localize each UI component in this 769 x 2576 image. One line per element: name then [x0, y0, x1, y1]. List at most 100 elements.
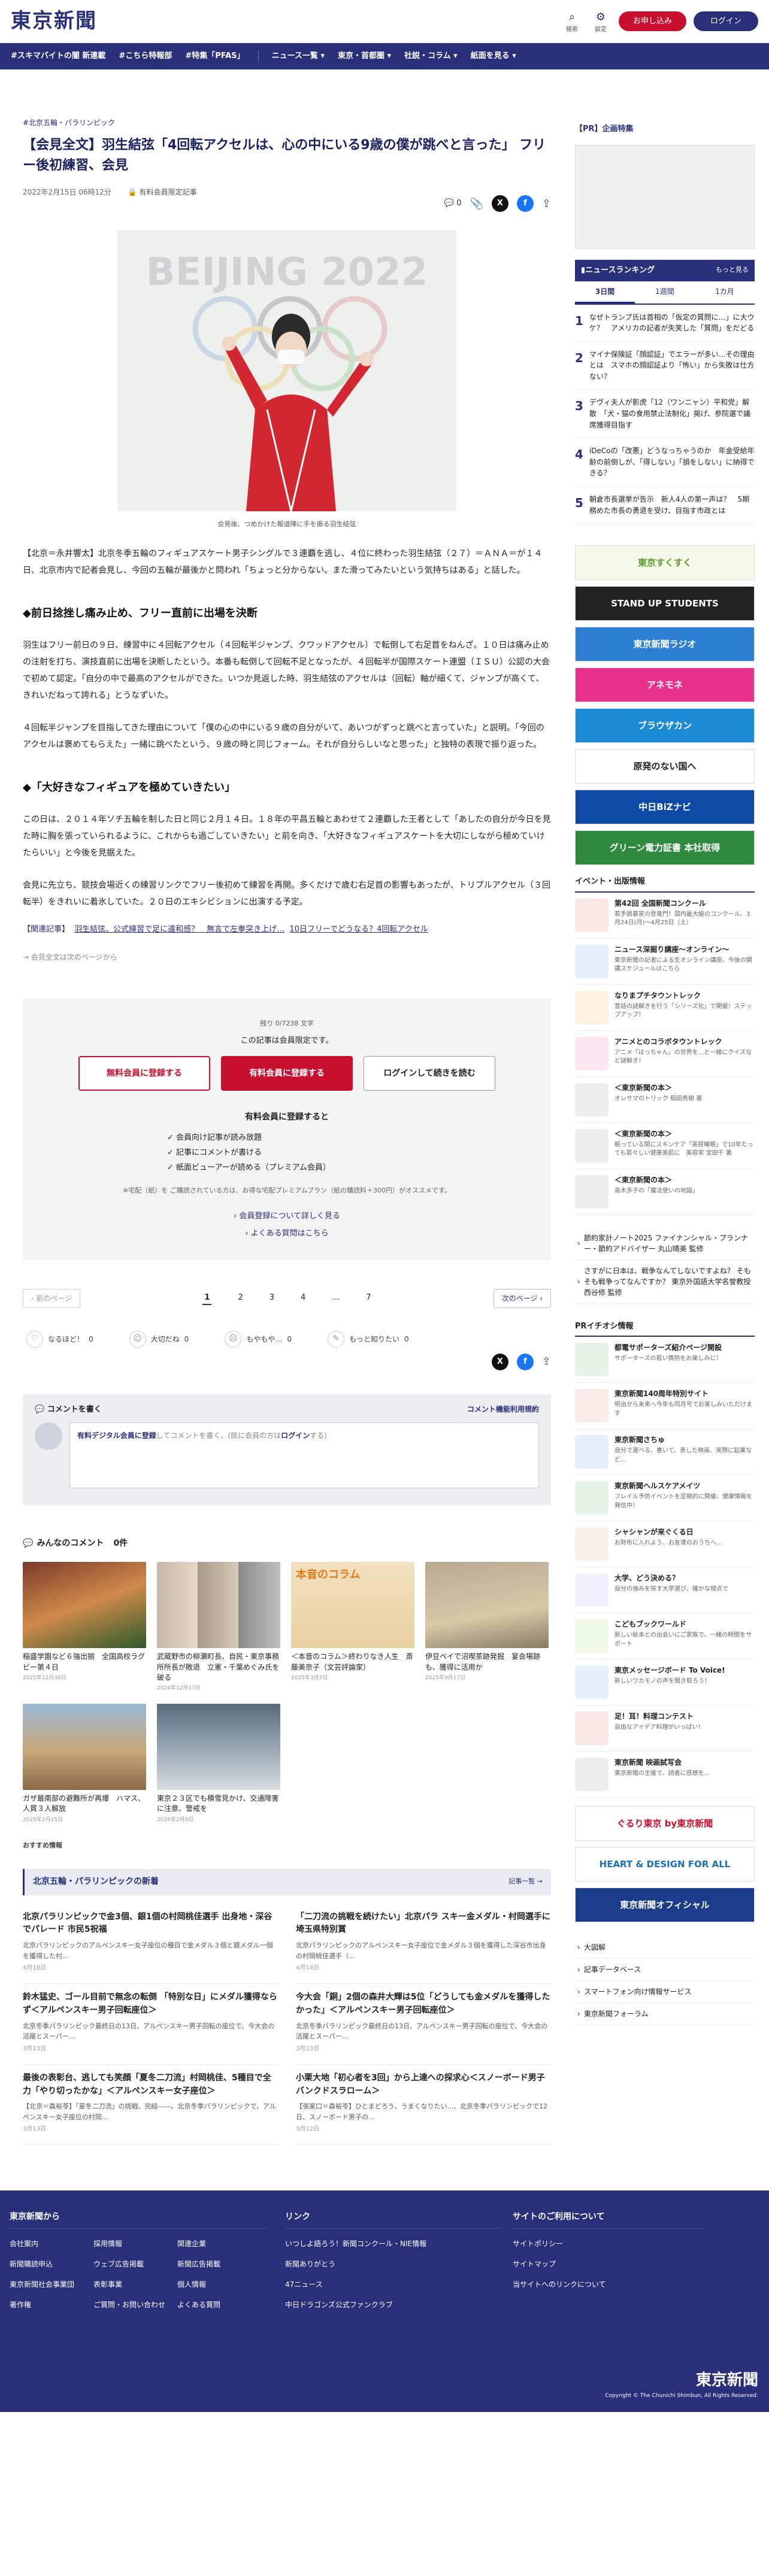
footer-link[interactable]: いつしよ語ろう！新聞コンクール・NIE情報	[285, 2238, 513, 2249]
login-link[interactable]: ログイン	[281, 1431, 310, 1440]
nav-item[interactable]: #こちら特報部	[119, 50, 172, 62]
event-item[interactable]: なりまプチタウントレック 昔話の謎解きを行う「シリーズ化」で開催！ステップアップ！	[575, 985, 755, 1031]
footer-link[interactable]: ご質問・お問い合わせ	[93, 2299, 177, 2310]
comment-card[interactable]: 伊豆ペイで沼喫茶跡発掘 宴会場跡も、獲得に活用か 2025年9月17日	[425, 1562, 549, 1693]
page-number[interactable]: 1	[202, 1292, 212, 1305]
text-link[interactable]: › 節約家計ノート2025 ファイナンシャル・プランナー・節約アドバイザー 丸山晴…	[575, 1227, 755, 1260]
login-button[interactable]: ログイン	[693, 11, 758, 32]
event-item[interactable]: シャシャンが来ぐくる日 お財布に入れよう、お友達のおうちへ...	[575, 1521, 755, 1568]
comment-card[interactable]: ガザ最南部の避難所が再爆 ハマス、人質３人解放 2025年2月15日	[23, 1703, 146, 1824]
event-item[interactable]: 東京新聞140周年特別サイト 明治から未来へ今年も同月号でお楽しみいただけます	[575, 1383, 755, 1430]
nav-item[interactable]: 社説・コラム ▾	[404, 50, 458, 62]
nav-item[interactable]: #スキマバイトの闇 新連載	[11, 50, 105, 62]
faq-link[interactable]: › よくある質問はこちら	[23, 1228, 551, 1240]
footer-link[interactable]: ウェブ広告掲載	[93, 2259, 177, 2269]
event-item[interactable]: ニュース深掘り講座〜オンライン〜 東京新聞の記者による生オンライン講座。今後の開講…	[575, 939, 755, 985]
event-item[interactable]: 東京メッセージボード To Voice! 新しいワカモノの声を聞き取ろう！	[575, 1659, 755, 1706]
share-icon[interactable]: ⇪	[542, 1354, 551, 1370]
footer-link[interactable]: 会社案内	[10, 2238, 93, 2249]
news-item[interactable]: 最後の表彰台、逃しても笑顔「夏冬二刀流」村岡桃佳、5種目で全力「やり切ったかな」…	[23, 2065, 278, 2146]
footer-link[interactable]: 東京新聞社会事業団	[10, 2279, 93, 2290]
footer-link[interactable]: 採用情報	[93, 2238, 177, 2249]
register-link[interactable]: 有料デジタル会員に登録	[77, 1431, 156, 1440]
event-item[interactable]: 足！耳！料理コンテスト 自由なアイデア料理がいっぱい！	[575, 1706, 755, 1752]
ranking-more-link[interactable]: もっと見る	[716, 265, 749, 275]
comment-rules-link[interactable]: コメント機能利用規約	[467, 1404, 539, 1416]
event-item[interactable]: ＜東京新聞の本＞ 高木多子の「魔法使いの地図」	[575, 1169, 755, 1215]
footer-link[interactable]: 当サイトへのリンクについて	[513, 2279, 716, 2290]
event-item[interactable]: アニメとのコラボタウントレック アニメ「はっちゃん」の世界を...と一緒にクイズな…	[575, 1031, 755, 1077]
pr-banner[interactable]	[575, 144, 755, 249]
ad-banner[interactable]: ぐるり東京 by東京新聞	[575, 1806, 755, 1841]
comment-card[interactable]: 武蔵野市の柳瀬町長、自民・東京事務所所長が敗退 立憲・千葉めぐみ氏を破る 2024…	[157, 1562, 280, 1693]
nav-item[interactable]: #特集「PFAS」	[185, 50, 244, 62]
news-item[interactable]: 小栗大地「初心者を3回」から上達への探求心＜スノーボード男子バンクドスラローム＞…	[296, 2065, 551, 2146]
membership-info-link[interactable]: › 会員登録について詳しく見る	[23, 1210, 551, 1222]
ad-banner[interactable]: STAND UP STUDENTS	[575, 586, 755, 621]
footer-link[interactable]: 個人情報	[177, 2279, 261, 2290]
footer-link[interactable]: サイトマップ	[513, 2259, 716, 2269]
reaction-motto[interactable]: ✎ もっと知りたい 0	[327, 1330, 409, 1348]
comment-count[interactable]: 💬 0	[444, 198, 462, 210]
side-link[interactable]: › スマートフォン向け情報サービス	[575, 1981, 755, 2004]
event-item[interactable]: 第42回 全国新聞コンクール 若手囲碁家の登竜門！国内最大級のコンクール、3月24…	[575, 893, 755, 939]
side-link[interactable]: › 東京新聞フォーラム	[575, 2003, 755, 2026]
related-link[interactable]: 羽生結弦、公式練習で足に違和感？ 無言で左拳突き上げ…	[74, 925, 284, 934]
related-link[interactable]: 10日フリーでどうなる？4回転アクセル	[289, 925, 428, 934]
event-item[interactable]: 東京新聞 映画試写会 東京新聞の主催で、読者に感想を...	[575, 1752, 755, 1798]
ad-banner[interactable]: 原発のない国へ	[575, 749, 755, 784]
ad-banner[interactable]: 東京新聞ラジオ	[575, 627, 755, 662]
clip-icon[interactable]: 📎	[470, 196, 483, 212]
ad-banner[interactable]: ブラウザカン	[575, 708, 755, 744]
event-item[interactable]: ＜東京新聞の本＞ オレサマのトリック 稲田秀樹 著	[575, 1077, 755, 1123]
tab-1month[interactable]: 1カ月	[695, 281, 755, 304]
ranking-item[interactable]: 4 iDeCoの「改悪」どうなっちゃうのか 年金受給年齢の前倒しが、「得しない」「…	[575, 438, 755, 487]
news-item[interactable]: 「二刀流の挑戦を続けたい」北京パラ スキー金メダル・村岡選手に埼玉県特別賞 北京パ…	[296, 1904, 551, 1985]
nav-item[interactable]: ニュース一覧 ▾	[272, 50, 325, 62]
register-button[interactable]: お申し込み	[618, 11, 686, 32]
ranking-item[interactable]: 5 朝倉市長選挙が告示 新人4人の第一声は？ 5期務めた市長の勇退を受け、目指す市…	[575, 487, 755, 524]
footer-link[interactable]: 関連企業	[177, 2238, 261, 2249]
event-item[interactable]: 東京新聞さちゅ 自分で選べる、書いて、表した映画、実際に起業など...	[575, 1429, 755, 1476]
settings-button[interactable]: ⚙ 設定	[590, 9, 611, 34]
site-logo[interactable]: 東京新聞	[11, 6, 97, 37]
page-number[interactable]: 3	[270, 1292, 274, 1305]
nav-item[interactable]: 東京・首都圏 ▾	[338, 50, 391, 62]
page-number[interactable]: 7	[366, 1292, 371, 1305]
search-button[interactable]: ⌕ 検索	[561, 9, 583, 34]
page-number[interactable]: 4	[301, 1292, 305, 1305]
ranking-item[interactable]: 2 マイナ保険証「顔認証」でエラーが多い…その理由とは スマホの顔認証より「怖い」…	[575, 342, 755, 390]
footer-link[interactable]: サイトポリシー	[513, 2238, 716, 2249]
x-share-icon[interactable]: X	[491, 195, 508, 213]
ad-banner[interactable]: アネモネ	[575, 667, 755, 703]
reaction-taisetsu[interactable]: ☺ 大切だね 0	[129, 1330, 189, 1348]
breadcrumb-tag[interactable]: #北京五輪・パラリンピック	[23, 119, 115, 127]
share-icon[interactable]: ⇪	[542, 196, 551, 212]
reaction-naruhodo[interactable]: ♡ なるほど！ 0	[26, 1330, 93, 1348]
footer-link[interactable]: 47ニュース	[285, 2279, 513, 2290]
prev-page-button[interactable]: ‹ 前のページ	[23, 1288, 80, 1308]
ad-banner[interactable]: 東京新聞オフィシャル	[575, 1888, 755, 1923]
nav-item[interactable]: 紙面を見る ▾	[471, 50, 516, 62]
news-item[interactable]: 今大会「銅」2個の森井大輝は5位「どうしても金メダルを獲得したかった」＜アルペン…	[296, 1984, 551, 2065]
ranking-item[interactable]: 1 なぜトランプ氏は首相の「仮定の質問に…」に大ウケ？ アメリカの記者が失笑した「…	[575, 305, 755, 342]
event-item[interactable]: こどもブックワールド 新しい絵本との出会いにご家族で、一緒の時間をサポート	[575, 1613, 755, 1660]
ranking-item[interactable]: 3 デヴィ夫人が影虎「12（ワンニャン）平和党」解散 「犬・猫の食用禁止法制化」掲…	[575, 390, 755, 439]
event-item[interactable]: 東京新聞ヘルスケアメイツ フレイル予防イベントを定期的に開催、健康情報を発信中！	[575, 1475, 755, 1522]
login-continue-button[interactable]: ログインして続きを読む	[364, 1056, 495, 1091]
tab-3days[interactable]: 3日間	[575, 281, 635, 304]
news-item[interactable]: 北京パラリンピックで金3個、銀1個の村岡桃佳選手 出身地・深谷でパレード 市民5…	[23, 1904, 278, 1985]
event-item[interactable]: ＜東京新聞の本＞ 眠っている間にスキンケア「美容睡眠」で10年たっても若々しい健康…	[575, 1123, 755, 1169]
page-number[interactable]: 2	[238, 1292, 243, 1305]
footer-link[interactable]: 新聞購読申込	[10, 2259, 93, 2269]
side-link[interactable]: › 記事データベース	[575, 1959, 755, 1982]
event-item[interactable]: 大学、どう決める？ 自分の強みを探す大学選び、確かな視点で	[575, 1567, 755, 1614]
footer-link[interactable]: よくある質問	[177, 2299, 261, 2310]
event-item[interactable]: 都電サポーターズ紹介ページ開設 サポーターズの若い情熱をお楽しみに！	[575, 1337, 755, 1383]
tab-1week[interactable]: 1週間	[635, 281, 695, 304]
reaction-moyamoya[interactable]: ☹ もやもや… 0	[225, 1330, 292, 1348]
footer-link[interactable]: 中日ドラゴンズ公式ファンクラブ	[285, 2299, 513, 2310]
paid-register-button[interactable]: 有料会員に登録する	[221, 1056, 353, 1091]
comment-card[interactable]: 本音のコラム ＜本音のコラム＞終わりなき人生 斎藤美奈子（文芸評論家） 2025年3…	[291, 1562, 414, 1693]
next-page-button[interactable]: 次のページ ›	[494, 1288, 551, 1308]
